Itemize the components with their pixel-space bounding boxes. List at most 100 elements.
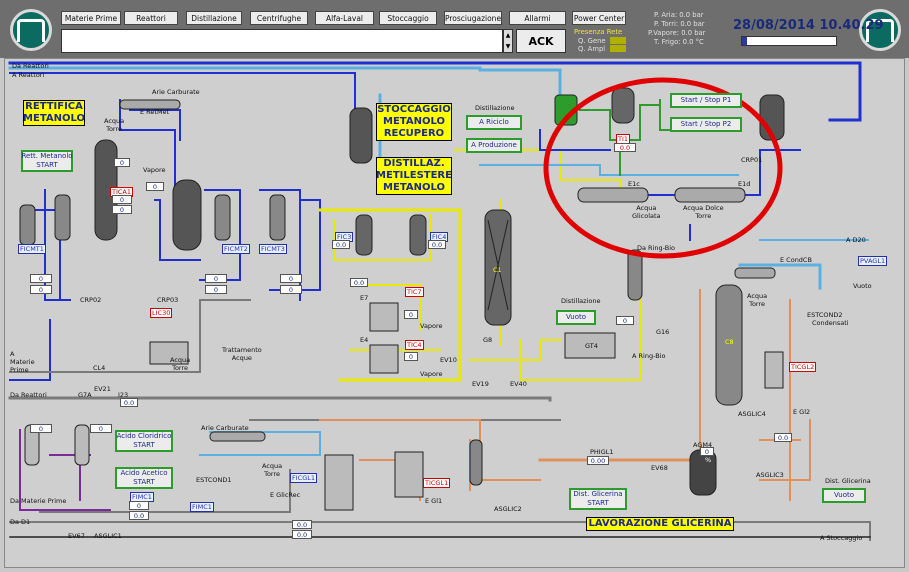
asglic4-tag: ASGLIC4 — [738, 410, 766, 418]
fimc2-tag[interactable]: FIMC1 — [190, 502, 214, 512]
da-d1-label: Da D1 — [10, 518, 31, 526]
ficgl2-value: 0.0 — [774, 433, 792, 442]
a-riciclo-button[interactable]: A Riciclo — [466, 115, 522, 130]
ficgl1-setpoint: 0.0 — [292, 530, 312, 539]
ev21-tag: EV21 — [94, 385, 111, 393]
estcond1-tag: ESTCOND1 — [196, 476, 232, 484]
phigl1-tag: PHIGL1 — [590, 448, 614, 456]
a-materie-prime-label: A Materie Prime — [10, 350, 35, 374]
da-reattori-label: Da Reattori — [12, 62, 49, 70]
c8-tag: C8 — [725, 338, 734, 346]
acqua-glicolata-label: Acqua Glicolata — [632, 204, 661, 220]
ficmt3-tag[interactable]: FICMT3 — [259, 244, 287, 254]
rett-metanolo-start-button[interactable]: Rett. Metanolo START — [21, 150, 73, 172]
lah-value-2: 0 — [90, 424, 112, 433]
a-produzione-button[interactable]: A Produzione — [466, 138, 522, 153]
fic3-value: 0.0 — [332, 240, 350, 249]
da-ring-bio-label: Da Ring-Bio — [637, 244, 675, 252]
e-condcb-label: E CondCB — [780, 256, 812, 264]
a-reattori-label: A Reattori — [12, 71, 45, 79]
ticgl1-tag[interactable]: TICGL1 — [423, 478, 451, 488]
dist-glicerina-start-button[interactable]: Dist. Glicerina START — [569, 488, 627, 510]
fimc1-setpoint: 0.0 — [129, 511, 149, 520]
e1d-label: E1d — [738, 180, 751, 188]
fic-vapore-value: 0 — [146, 182, 164, 191]
tank3-level-value: 0 — [280, 274, 302, 283]
c1-tag: C1 — [493, 266, 502, 274]
e-gl1-label: E Gl1 — [425, 497, 443, 505]
vuoto-distillazione-button[interactable]: Vuoto — [556, 310, 596, 325]
gt4-tag: GT4 — [585, 342, 598, 350]
crp01-tag: CRP01 — [741, 156, 763, 164]
cl4-tag: CL4 — [93, 364, 106, 372]
e7-pct-value: 0 — [404, 310, 418, 319]
arie-carburate-label-2: Arie Carburate — [201, 424, 249, 432]
e4-label: E4 — [360, 336, 369, 344]
acqua-torre-label: Acqua Torre — [104, 117, 125, 133]
distillazione-label: Distillazione — [475, 104, 515, 112]
fi3-value: 0.0 — [350, 278, 368, 287]
i23-value: 0.0 — [120, 398, 138, 407]
crp03-tag: CRP03 — [157, 296, 179, 304]
a-stoccaggio-label: A Stoccaggio — [820, 534, 863, 542]
stoccaggio-metanolo-title: STOCCAGGIO METANOLO RECUPERO — [376, 103, 452, 141]
rettifica-metanolo-title: RETTIFICA METANOLO — [23, 100, 85, 126]
ring-bio-value: 0 — [616, 316, 634, 325]
ficmt1-tag[interactable]: FICMT1 — [18, 244, 46, 254]
estcond2-tag: ESTCOND2 — [807, 311, 843, 319]
trattamento-acque-label: Trattamento Acque — [222, 346, 262, 362]
vuoto-glicerina-button[interactable]: Vuoto — [822, 488, 866, 503]
ticgl2-tag[interactable]: TICGL2 — [789, 362, 817, 372]
condensati-label: Condensati — [812, 319, 849, 327]
tic7-tag[interactable]: TIC7 — [405, 287, 424, 297]
agm4-pct: % — [705, 456, 712, 464]
acido-acetico-start-button[interactable]: Acido Acetico START — [115, 467, 173, 489]
vapore-e7-label: Vapore — [420, 322, 443, 330]
crp02-tag: CRP02 — [80, 296, 102, 304]
e-retmet-label: E RetMet — [140, 108, 170, 116]
acido-cloridrico-start-button[interactable]: Acido Cloridrico START — [115, 430, 173, 452]
ti1-value: 0.0 — [614, 143, 636, 152]
vapore-label: Vapore — [143, 166, 166, 174]
tank1-flow-value: 0 — [30, 285, 52, 294]
acqua-torre-label-3: Acqua Torre — [170, 356, 191, 372]
dist-glicerina-label: Dist. Glicerina — [825, 477, 871, 485]
g16-tag: G16 — [656, 328, 670, 336]
tank1-level-value: 0 — [30, 274, 52, 283]
vuoto-label: Vuoto — [853, 282, 872, 290]
vapore-e4-label: Vapore — [420, 370, 443, 378]
g8-tag: G8 — [483, 336, 493, 344]
lic30-tag[interactable]: LIC30 — [150, 308, 173, 318]
ev40-tag: EV40 — [510, 380, 527, 388]
tic4-tag[interactable]: TIC4 — [405, 340, 424, 350]
highlight-circle — [543, 77, 783, 259]
g7a-tag: G7A — [78, 391, 92, 399]
tica1-value: 0 — [112, 195, 132, 204]
da-materie-prime-label: Da Materie Prime — [10, 497, 67, 505]
ficgl1-tag[interactable]: FICGL1 — [290, 473, 317, 483]
pvagl1-tag[interactable]: PVAGL1 — [858, 256, 888, 266]
acqua-torre-label-2: Acqua Torre — [747, 292, 768, 308]
fic4-value: 0.0 — [428, 240, 446, 249]
tank2-level-value: 0 — [205, 274, 227, 283]
asglic2-tag: ASGLIC2 — [494, 505, 522, 513]
ev68-tag: EV68 — [651, 464, 668, 472]
ev67-tag: EV67 — [68, 532, 85, 540]
fimc1-value: 0 — [129, 501, 149, 510]
start-stop-p2-button[interactable]: Start / Stop P2 — [670, 117, 742, 132]
a-d20-label: A D20 — [846, 236, 866, 244]
ev19-tag: EV19 — [472, 380, 489, 388]
e-glicrec-label: E GlicRec — [270, 491, 301, 499]
a-ring-bio-label: A Ring-Bio — [632, 352, 666, 360]
tica1-setpoint: 0 — [112, 205, 132, 214]
start-stop-p1-button[interactable]: Start / Stop P1 — [670, 93, 742, 108]
agm4-level-value: 0 — [700, 447, 714, 456]
distillaz-metilestere-title: DISTILLAZ. METILESTERE METANOLO — [376, 157, 452, 195]
lavorazione-glicerina-title: LAVORAZIONE GLICERINA — [586, 517, 734, 531]
asglic3-tag: ASGLIC3 — [756, 471, 784, 479]
ev10-tag: EV10 — [440, 356, 457, 364]
ficgl1-value: 0.0 — [292, 520, 312, 529]
ti-c30-value: 0 — [114, 158, 130, 167]
distillazione-label-2: Distillazione — [561, 297, 601, 305]
ficmt2-tag[interactable]: FICMT2 — [222, 244, 250, 254]
